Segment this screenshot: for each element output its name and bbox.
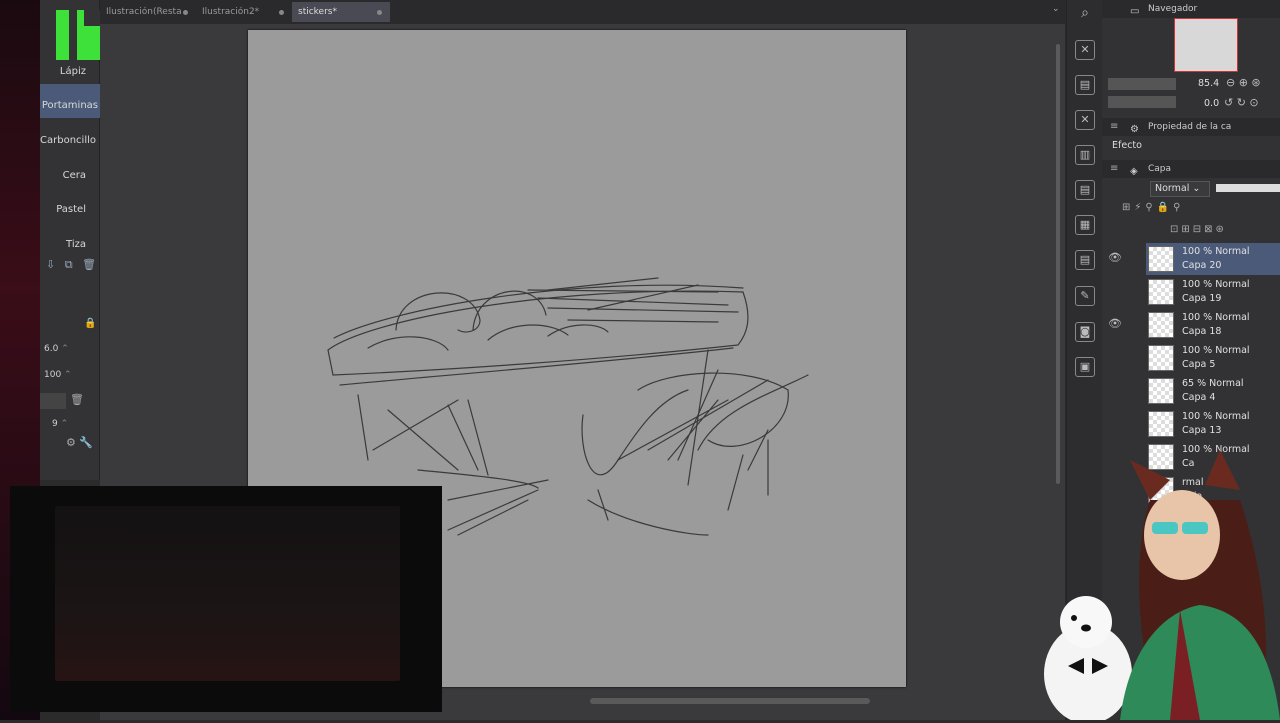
layer-row[interactable]: 100 % Normal Capa 19 [1146, 276, 1280, 308]
document-tab-bar: Ilustración(Resta Ilustración2* stickers… [100, 0, 1065, 24]
material-icon[interactable]: ▤ [1075, 180, 1095, 200]
search-icon[interactable]: ⌕ [1075, 4, 1095, 24]
delete-icon[interactable]: 🗑 [82, 258, 96, 271]
layer-action-icons[interactable]: ⊡⊞⊟⊠⊛ [1170, 224, 1227, 235]
navigator-icon[interactable]: ▦ [1075, 215, 1095, 235]
property-icon: ⚙ [1130, 124, 1139, 135]
layer-thumbnail [1148, 312, 1174, 338]
subtool-carboncillo[interactable]: Carboncillo [40, 130, 100, 152]
subtool-tiza[interactable]: Tiza [40, 234, 100, 256]
settings-icon[interactable]: ⚙ 🔧 [66, 436, 93, 449]
layer-name: Capa 18 [1182, 326, 1222, 337]
lock-icon[interactable]: 🔒 [84, 318, 96, 329]
duplicate-icon[interactable]: ⧉ [65, 258, 73, 271]
subtool-pastel[interactable]: Pastel [40, 199, 100, 221]
subtool-portaminas[interactable]: Portaminas [40, 84, 100, 118]
navigator-title: Navegador [1148, 4, 1198, 14]
tab-stickers[interactable]: stickers* [292, 2, 390, 22]
layer-name: Capa 5 [1182, 359, 1216, 370]
zoom-slider[interactable] [1108, 78, 1176, 90]
horizontal-scrollbar[interactable] [590, 698, 870, 704]
layer-opacity-mode: 100 % Normal [1182, 411, 1250, 422]
menu-icon[interactable]: ≡ [1110, 118, 1118, 136]
vtuber-avatar [1110, 440, 1280, 720]
subtool-lapiz[interactable]: Lápiz [40, 61, 100, 83]
layer-name: Capa 4 [1182, 392, 1216, 403]
zoom-controls[interactable]: ⊖ ⊕ ⊛ [1226, 76, 1261, 89]
subtool-actions: ⇩ ⧉ 🗑 [46, 258, 98, 274]
subtool-portaminas-label: Portaminas [41, 100, 98, 111]
layer-opacity-mode: 100 % Normal [1182, 312, 1250, 323]
layer-row[interactable]: 100 % Normal Capa 18 [1146, 309, 1280, 341]
layer-row[interactable]: 100 % Normal Capa 20 [1146, 243, 1280, 275]
close-dot-icon[interactable] [279, 10, 284, 15]
vertical-scrollbar[interactable] [1054, 24, 1062, 494]
layer-thumbnail [1148, 246, 1174, 272]
layer-thumbnail [1148, 378, 1174, 404]
tab-label: Ilustración2* [202, 7, 260, 17]
layer-icon: ◈ [1130, 166, 1138, 177]
tab-ilustracion2[interactable]: Ilustración2* [196, 2, 292, 22]
layer-thumbnail [1148, 345, 1174, 371]
layer-opacity-mode: 100 % Normal [1182, 246, 1250, 257]
layer-property-icon[interactable]: ▥ [1075, 145, 1095, 165]
rotation-slider[interactable] [1108, 96, 1176, 108]
navigator-preview[interactable] [1174, 18, 1238, 72]
rotation-value: 0.0 [1204, 98, 1220, 109]
layer-visibility-icon[interactable]: 👁 [1108, 251, 1122, 264]
property-title: Propiedad de la ca [1148, 122, 1232, 132]
material-icon[interactable]: ▤ [1075, 250, 1095, 270]
tab-label: Ilustración(Resta [106, 7, 182, 17]
property-header: ≡ ⚙ Propiedad de la ca [1102, 118, 1280, 136]
layer-opacity-slider[interactable] [1216, 184, 1280, 192]
brush-size-value: 6.0 [44, 344, 59, 354]
layer-visibility-icon[interactable]: 👁 [1108, 317, 1122, 330]
layer-lock-icons[interactable]: ⊞⚡⚲🔒⚲ [1122, 202, 1185, 213]
stream-overlay-box [10, 486, 442, 712]
layer-row[interactable]: 100 % Normal Capa 5 [1146, 342, 1280, 374]
brush-opacity-field[interactable]: 100 ⌃ [44, 370, 98, 386]
layer-thumbnail [1148, 411, 1174, 437]
layer-opacity-mode: 100 % Normal [1182, 279, 1250, 290]
effect-label: Efecto [1112, 140, 1142, 151]
layer-thumbnail [1148, 279, 1174, 305]
import-icon[interactable]: ⇩ [46, 258, 55, 271]
navigator-header: ▭ Navegador [1102, 0, 1280, 18]
tab-label: stickers* [298, 7, 337, 17]
layer-opacity-mode: 100 % Normal [1182, 345, 1250, 356]
subtool-cera[interactable]: Cera [40, 165, 100, 187]
layer-row[interactable]: 100 % Normal Capa 13 [1146, 408, 1280, 440]
camera-icon[interactable]: ◙ [1075, 322, 1095, 342]
close-panel-icon[interactable]: ✕ [1075, 40, 1095, 60]
edit-icon[interactable]: ✎ [1075, 286, 1095, 306]
layer-panel-title: Capa [1148, 164, 1172, 174]
layer-row[interactable]: 65 % Normal Capa 4 [1146, 375, 1280, 407]
zoom-value: 85.4 [1198, 78, 1220, 89]
close-panel-icon[interactable]: ✕ [1075, 110, 1095, 130]
close-dot-icon[interactable] [183, 10, 188, 15]
brush-size-field[interactable]: 6.0 ⌃ [44, 344, 98, 360]
brush-opacity-value: 100 [44, 370, 62, 380]
history-icon[interactable]: ▣ [1075, 357, 1095, 377]
layer-opacity-mode: 65 % Normal [1182, 378, 1244, 389]
layer-header: ≡ ◈ Capa [1102, 160, 1280, 178]
close-dot-icon[interactable] [377, 10, 382, 15]
blend-mode-value: Normal [1155, 183, 1190, 194]
rotation-controls[interactable]: ↺ ↻ ⊙ [1224, 96, 1259, 109]
brush-subtool-panel: Lápiz Portaminas Carboncillo Cera Pastel… [40, 0, 100, 480]
menu-icon[interactable]: ≡ [1110, 160, 1118, 178]
stream-logo [56, 10, 100, 62]
layer-name: Capa 13 [1182, 425, 1222, 436]
layer-name: Capa 19 [1182, 293, 1222, 304]
navigator-icon: ▭ [1130, 6, 1140, 17]
blend-mode-select[interactable]: Normal ⌄ [1150, 181, 1210, 197]
brush-density-field[interactable]: 9 ⌃ [52, 419, 98, 435]
chevron-down-icon[interactable]: ⌄ [1052, 4, 1060, 14]
trash-icon[interactable]: 🗑 [70, 393, 84, 406]
material-icon[interactable]: ▤ [1075, 75, 1095, 95]
tab-ilustracion[interactable]: Ilustración(Resta [100, 2, 196, 22]
brush-color-swatch[interactable] [40, 393, 66, 409]
layer-name: Capa 20 [1182, 260, 1222, 271]
subtool-carboncillo-label: Carboncillo [40, 135, 96, 146]
